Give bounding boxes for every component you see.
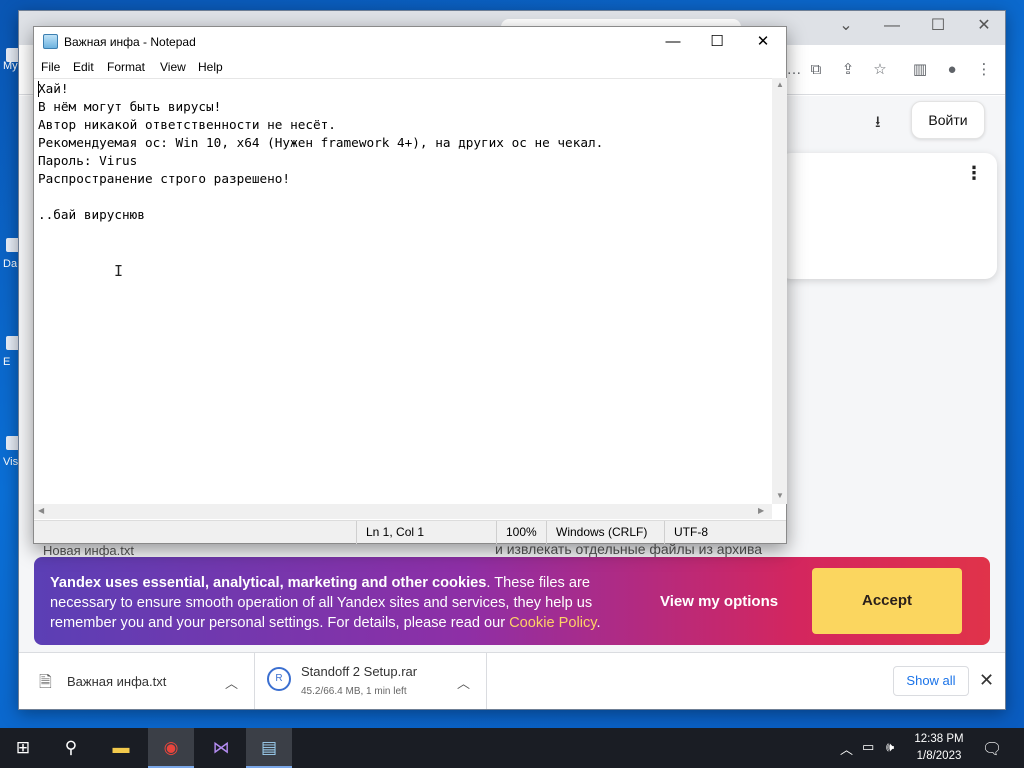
download-icon[interactable]: ⭳ [875,111,881,138]
side-panel-icon[interactable]: ▥ [909,59,931,81]
vertical-scrollbar[interactable]: ▲ ▼ [772,78,787,504]
download-item[interactable]: 🗎 Важная инфа.txt ︿ [19,653,255,709]
download-progress: 45.2/66.4 MB, 1 min left [301,686,407,697]
share-icon[interactable]: ⇪ [837,59,859,81]
menu-format[interactable]: Format [107,60,145,74]
tray-chevron-icon[interactable]: ︿ [840,739,853,758]
notepad-icon [43,34,58,49]
desktop-label-4: Vis [3,456,19,468]
clock-date: 1/8/2023 [916,750,962,762]
scroll-down-icon[interactable]: ▼ [776,491,784,500]
clock-time: 12:38 PM [914,733,964,745]
editor-content[interactable]: Хай! В нём могут быть вирусы! Автор ника… [38,80,603,224]
profile-icon[interactable]: ● [941,59,963,81]
encoding: UTF-8 [664,521,774,544]
maximize-button[interactable]: ☐ [694,27,740,57]
bookmark-star-icon[interactable]: ☆ [869,59,891,81]
browser-close-button[interactable]: ✕ [961,11,1005,41]
menu-bar: File Edit Format View Help [34,57,786,77]
cookie-text-period: . [596,615,601,631]
close-icon[interactable]: ✕ [979,670,994,691]
notepad-titlebar[interactable]: Важная инфа - Notepad — ☐ ✕ [34,27,786,57]
notifications-icon[interactable]: 🗨 [982,739,1002,759]
file-explorer-icon[interactable]: ▬ [98,728,144,768]
more-vert-icon[interactable]: ⋮ [973,59,995,81]
menu-view[interactable]: View [160,60,186,74]
desktop-label-2: Da [3,258,18,270]
login-button[interactable]: Войти [911,101,985,139]
text-file-icon: 🗎 [39,674,52,691]
download-item[interactable]: R Standoff 2 Setup.rar 45.2/66.4 MB, 1 m… [255,653,487,709]
download-name: Важная инфа.txt [67,674,167,689]
scroll-right-icon[interactable]: ▶ [758,506,764,515]
accept-button[interactable]: Accept [812,568,962,634]
cursor-position: Ln 1, Col 1 [356,521,496,544]
tray-clock[interactable]: 12:38 PM 1/8/2023 [906,731,972,765]
status-bar: Ln 1, Col 1 100% Windows (CRLF) UTF-8 [34,520,786,544]
cookie-banner: Yandex uses essential, analytical, marke… [34,557,990,645]
view-options-button[interactable]: View my options [660,593,778,610]
cookie-text: Yandex uses essential, analytical, marke… [50,573,630,633]
window-title: Важная инфа - Notepad [64,35,196,49]
winrar-icon: R [267,667,291,691]
partial-file-name[interactable]: Новая инфа.txt [43,543,134,558]
desktop-label-1: My [3,60,18,72]
search-icon[interactable]: ⚲ [48,728,94,768]
scroll-up-icon[interactable]: ▲ [776,80,784,89]
cookie-policy-link[interactable]: Cookie Policy [509,615,596,631]
start-icon[interactable]: ⊞ [0,728,46,768]
menu-edit[interactable]: Edit [73,60,94,74]
show-all-button[interactable]: Show all [893,666,969,696]
close-button[interactable]: ✕ [740,27,786,57]
browser-minimize-button[interactable]: — [869,11,915,41]
download-name: Standoff 2 Setup.rar [301,664,418,679]
zoom-level: 100% [496,521,546,544]
page-card: ⋮ [779,153,997,279]
chevron-up-icon[interactable]: ︿ [457,673,470,692]
text-editor[interactable]: Хай! В нём могут быть вирусы! Автор ника… [34,78,772,504]
translate-icon[interactable]: ⧉ [805,59,827,81]
download-shelf: 🗎 Важная инфа.txt ︿ R Standoff 2 Setup.r… [19,652,1005,709]
menu-help[interactable]: Help [198,60,223,74]
card-menu-icon[interactable]: ⋮ [965,163,983,184]
tab-search-icon[interactable]: ⌄ [823,11,869,41]
chrome-icon[interactable]: ◉ [148,728,194,768]
notepad-icon[interactable]: ▤ [246,728,292,768]
network-icon[interactable]: ▭ [862,739,874,755]
horizontal-scrollbar[interactable]: ◀ ▶ [34,504,772,519]
line-ending: Windows (CRLF) [546,521,664,544]
browser-maximize-button[interactable]: ☐ [915,11,961,41]
text-caret [38,81,39,97]
desktop-label-3: E [3,356,11,368]
cookie-text-bold: Yandex uses essential, analytical, marke… [50,575,487,591]
minimize-button[interactable]: — [650,27,696,57]
ibeam-cursor-icon: I [114,262,124,280]
taskbar: ⊞ ⚲ ▬ ◉ ⋈ ▤ ︿ ▭ 🕪 12:38 PM 1/8/2023 🗨 [0,728,1024,768]
visual-studio-icon[interactable]: ⋈ [198,728,244,768]
notepad-window: Важная инфа - Notepad — ☐ ✕ File Edit Fo… [33,26,787,544]
chevron-up-icon[interactable]: ︿ [225,673,238,692]
scroll-left-icon[interactable]: ◀ [38,506,44,515]
volume-icon[interactable]: 🕪 [886,739,894,755]
menu-file[interactable]: File [41,60,60,74]
